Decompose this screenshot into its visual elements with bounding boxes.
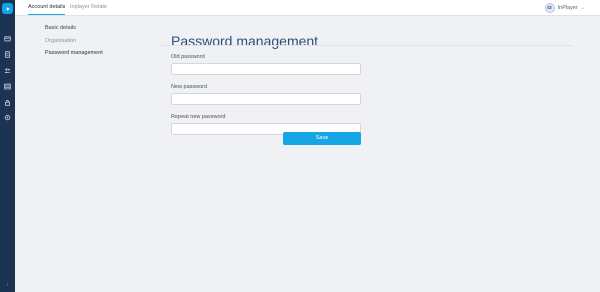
play-logo-icon[interactable] bbox=[2, 3, 13, 14]
password-form: Old password New password Repeat new pas… bbox=[171, 54, 361, 144]
users-icon[interactable] bbox=[4, 67, 11, 74]
title-divider bbox=[160, 45, 573, 46]
user-menu[interactable]: InPlayer ⌄ bbox=[544, 2, 585, 13]
wallet-icon[interactable] bbox=[4, 35, 11, 42]
settings-icon[interactable] bbox=[4, 114, 11, 121]
page-title: Password management bbox=[171, 33, 319, 50]
avatar-icon bbox=[544, 2, 555, 13]
old-password-field[interactable] bbox=[171, 63, 361, 75]
new-password-field[interactable] bbox=[171, 93, 361, 105]
grid-icon[interactable] bbox=[4, 83, 11, 90]
subnav-item-basic-details[interactable]: Basic details bbox=[45, 24, 103, 37]
old-password-label: Old password bbox=[171, 54, 205, 60]
chevron-down-icon: ⌄ bbox=[580, 4, 585, 11]
document-icon[interactable] bbox=[4, 51, 11, 58]
tab-account-details[interactable]: Account details bbox=[28, 0, 66, 15]
chevron-left-icon[interactable]: ‹ bbox=[5, 283, 10, 288]
repeat-password-label: Repeat new password bbox=[171, 114, 226, 120]
user-name: InPlayer bbox=[557, 4, 578, 11]
subnav-item-organisation[interactable]: Organisation bbox=[45, 37, 103, 50]
top-bar: Account details Inplayer Relate InPlayer… bbox=[15, 0, 600, 16]
tab-inplayer-relate[interactable]: Inplayer Relate bbox=[70, 0, 107, 15]
sidebar-rail: ‹ bbox=[0, 0, 15, 292]
subnav-item-password-management[interactable]: Password management bbox=[45, 49, 103, 62]
lock-icon[interactable] bbox=[4, 99, 11, 106]
new-password-label: New password bbox=[171, 84, 208, 90]
save-button[interactable]: Save bbox=[283, 132, 361, 145]
settings-subnav: Basic details Organisation Password mana… bbox=[45, 24, 103, 62]
